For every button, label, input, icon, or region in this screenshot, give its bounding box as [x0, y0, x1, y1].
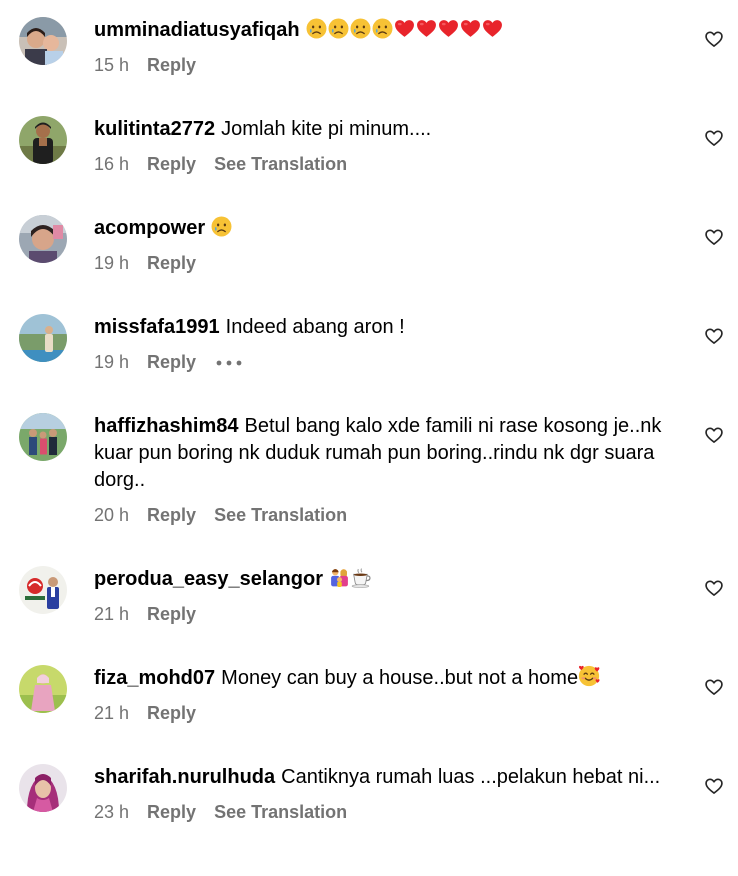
avatar[interactable]	[19, 566, 67, 614]
more-options-icon[interactable]	[216, 360, 242, 366]
see-translation-button[interactable]: See Translation	[214, 505, 347, 525]
comment-text: haffizhashim84 Betul bang kalo xde famili…	[94, 413, 678, 494]
reply-button[interactable]: Reply	[147, 802, 196, 822]
comment-body: Cantiknya rumah luas ...pelakun hebat ni…	[281, 766, 661, 788]
red-heart-emoji	[460, 18, 481, 39]
see-translation-button[interactable]: See Translation	[214, 802, 347, 822]
smiling-face-with-hearts-emoji	[578, 665, 600, 687]
comment-timestamp: 16 h	[94, 154, 130, 174]
comment-text: sharifah.nurulhuda Cantiknya rumah luas .…	[94, 764, 678, 791]
avatar[interactable]	[19, 665, 67, 713]
reply-button[interactable]: Reply	[147, 352, 196, 372]
sad-face-emoji	[350, 18, 371, 39]
comment-body: Indeed abang aron !	[225, 316, 405, 338]
reply-button[interactable]: Reply	[147, 154, 196, 174]
avatar[interactable]	[19, 17, 67, 65]
avatar[interactable]	[19, 413, 67, 461]
comment-username[interactable]: perodua_easy_selangor	[94, 568, 323, 590]
comment-timestamp: 20 h	[94, 505, 130, 525]
avatar[interactable]	[19, 116, 67, 164]
emoji-group	[306, 19, 504, 41]
sad-face-emoji	[372, 18, 393, 39]
sad-face-emoji	[306, 18, 327, 39]
reply-button[interactable]: Reply	[147, 505, 196, 525]
reply-button[interactable]: Reply	[147, 604, 196, 624]
heart-outline-icon[interactable]	[704, 227, 724, 247]
comment-meta: 23 h Reply See Translation	[94, 801, 678, 823]
comment-username[interactable]: acompower	[94, 217, 205, 239]
heart-outline-icon[interactable]	[704, 425, 724, 445]
red-heart-emoji	[416, 18, 437, 39]
comment-meta: 19 h Reply	[94, 252, 678, 274]
emoji-group	[329, 568, 373, 590]
comment-meta: 21 h Reply	[94, 702, 678, 724]
comment-text: kulitinta2772 Jomlah kite pi minum....	[94, 116, 678, 143]
comment-text: acompower	[94, 215, 678, 242]
comment-timestamp: 19 h	[94, 352, 130, 372]
reply-button[interactable]: Reply	[147, 55, 196, 75]
coffee-emoji	[351, 567, 372, 588]
sad-face-emoji	[211, 216, 232, 237]
emoji-group	[211, 217, 233, 239]
comment-username[interactable]: kulitinta2772	[94, 118, 215, 140]
heart-outline-icon[interactable]	[704, 326, 724, 346]
comment-meta: 16 h Reply See Translation	[94, 153, 678, 175]
comment-username[interactable]: missfafa1991	[94, 316, 220, 338]
comment-meta: 21 h Reply	[94, 603, 678, 625]
comment-timestamp: 15 h	[94, 55, 130, 75]
comment-timestamp: 21 h	[94, 703, 130, 723]
heart-outline-icon[interactable]	[704, 677, 724, 697]
red-heart-emoji	[438, 18, 459, 39]
avatar[interactable]	[19, 314, 67, 362]
comment-timestamp: 19 h	[94, 253, 130, 273]
red-heart-emoji	[394, 18, 415, 39]
comment-username[interactable]: haffizhashim84	[94, 415, 238, 437]
comment-meta: 20 h Reply See Translation	[94, 504, 678, 526]
comment-meta: 15 h Reply	[94, 54, 678, 76]
comment-text: missfafa1991 Indeed abang aron !	[94, 314, 678, 341]
comment-timestamp: 21 h	[94, 604, 130, 624]
comment-meta: 19 h Reply	[94, 351, 678, 373]
see-translation-button[interactable]: See Translation	[214, 154, 347, 174]
comment-text: umminadiatusyafiqah	[94, 17, 678, 44]
comment-text: perodua_easy_selangor	[94, 566, 678, 593]
heart-outline-icon[interactable]	[704, 578, 724, 598]
avatar[interactable]	[19, 764, 67, 812]
comment-username[interactable]: sharifah.nurulhuda	[94, 766, 275, 788]
heart-outline-icon[interactable]	[704, 128, 724, 148]
comment-username[interactable]: fiza_mohd07	[94, 667, 215, 689]
comment-body: Jomlah kite pi minum....	[221, 118, 432, 140]
comment-body: Money can buy a house..but not a home	[221, 667, 579, 689]
sad-face-emoji	[328, 18, 349, 39]
heart-outline-icon[interactable]	[704, 776, 724, 796]
family-emoji	[329, 567, 350, 588]
comment-timestamp: 23 h	[94, 802, 130, 822]
reply-button[interactable]: Reply	[147, 253, 196, 273]
reply-button[interactable]: Reply	[147, 703, 196, 723]
heart-outline-icon[interactable]	[704, 29, 724, 49]
avatar[interactable]	[19, 215, 67, 263]
red-heart-emoji	[482, 18, 503, 39]
comment-text: fiza_mohd07 Money can buy a house..but no…	[94, 665, 678, 692]
comment-username[interactable]: umminadiatusyafiqah	[94, 19, 300, 41]
